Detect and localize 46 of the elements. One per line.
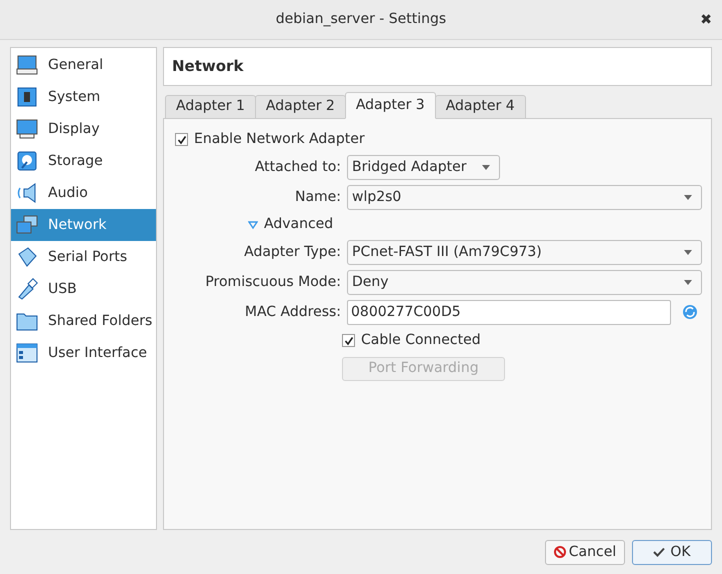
- tab[interactable]: Adapter 3: [344, 92, 436, 119]
- dropdown[interactable]: Deny: [347, 270, 702, 295]
- refresh-icon[interactable]: [682, 304, 698, 320]
- cancel-button[interactable]: Cancel: [545, 540, 625, 564]
- field-label: MAC Address:: [244, 304, 341, 320]
- page-title: Network: [172, 56, 244, 78]
- dropdown[interactable]: wlp2s0: [347, 184, 702, 210]
- checkbox[interactable]: [175, 133, 188, 146]
- tab[interactable]: Adapter 1: [165, 94, 256, 119]
- sidebar-item[interactable]: General: [11, 49, 156, 81]
- check-icon: [653, 547, 666, 557]
- field-label: Adapter Type:: [244, 244, 341, 260]
- sidebar-item[interactable]: Storage: [11, 145, 156, 177]
- sidebar-item[interactable]: USB: [11, 273, 156, 305]
- checkbox-label: Enable Network Adapter: [194, 130, 365, 150]
- sidebar-item[interactable]: Network: [11, 209, 156, 241]
- tab[interactable]: Adapter 2: [254, 94, 346, 119]
- checkbox-label: Cable Connected: [361, 331, 481, 350]
- ok-button[interactable]: OK: [632, 540, 712, 564]
- audio-icon: [16, 182, 38, 204]
- network-icon: [16, 214, 38, 236]
- field-label: Name:: [294, 188, 341, 205]
- field-label: Attached to:: [254, 158, 341, 175]
- checkbox[interactable]: [342, 334, 355, 348]
- tab[interactable]: Adapter 4: [434, 94, 526, 119]
- window-title: debian_server - Settings: [276, 10, 446, 29]
- display-icon: [16, 118, 38, 140]
- advanced-toggle[interactable]: Advanced: [248, 214, 334, 236]
- dropdown[interactable]: PCnet-FAST III (Am79C973): [347, 240, 702, 265]
- field-label: Promiscuous Mode:: [205, 274, 341, 290]
- mac-address-field[interactable]: 0800277C00D5: [347, 300, 671, 325]
- caret-icon: [684, 194, 692, 200]
- sidebar-item[interactable]: Audio: [11, 177, 156, 209]
- dropdown[interactable]: Bridged Adapter: [347, 154, 500, 180]
- expander-icon: [248, 220, 258, 230]
- sidebar-item[interactable]: Serial Ports: [11, 241, 156, 273]
- sidebar-item[interactable]: User Interface: [11, 337, 156, 369]
- close-button[interactable]: ✖: [700, 10, 712, 31]
- caret-icon: [482, 164, 490, 170]
- caret-icon: [684, 250, 692, 255]
- sidebar-item[interactable]: System: [11, 81, 156, 113]
- sidebar-item[interactable]: Display: [11, 113, 156, 145]
- usb-icon: [16, 278, 38, 300]
- cancel-icon: [554, 546, 566, 558]
- sidebar-item[interactable]: Shared Folders: [11, 305, 156, 337]
- caret-icon: [684, 280, 692, 285]
